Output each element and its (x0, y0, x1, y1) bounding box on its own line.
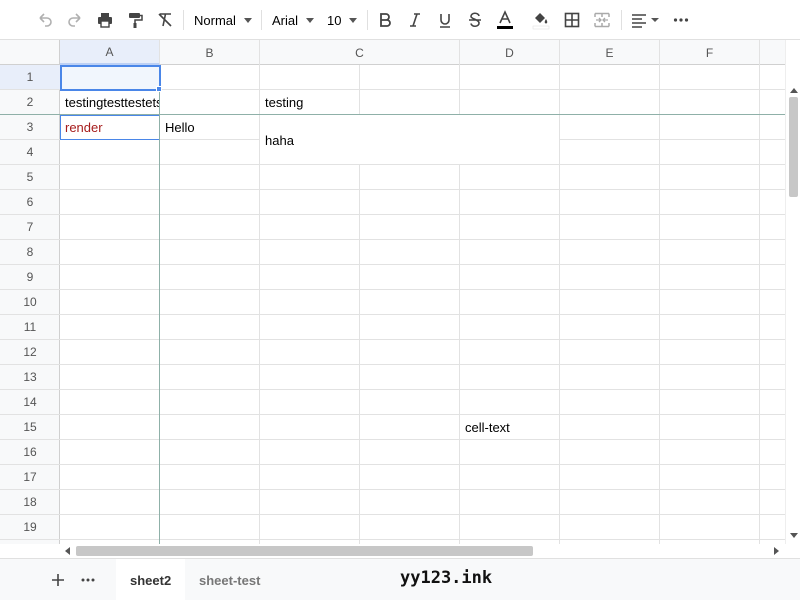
vertical-scrollbar[interactable] (785, 40, 800, 544)
font-dropdown[interactable]: Arial (272, 8, 315, 32)
font-size-dropdown[interactable]: 10 (327, 8, 358, 32)
plus-icon (52, 574, 64, 586)
underline-icon[interactable] (434, 8, 456, 32)
column-header-a[interactable]: A (60, 40, 160, 65)
row-header[interactable]: 16 (0, 440, 60, 465)
row-header[interactable]: 3 (0, 115, 60, 140)
vertical-scroll-thumb[interactable] (789, 97, 798, 197)
row-header[interactable]: 17 (0, 465, 60, 490)
italic-icon[interactable] (404, 8, 426, 32)
row-header[interactable]: 8 (0, 240, 60, 265)
toolbar-divider (183, 10, 184, 30)
scroll-right-icon[interactable] (774, 547, 779, 555)
style-dropdown[interactable]: Normal (194, 8, 252, 32)
row-header[interactable]: 4 (0, 140, 60, 165)
column-headers: A B C D E F (60, 40, 785, 65)
cell-b3[interactable]: Hello (160, 115, 260, 140)
column-header-c[interactable]: C (260, 40, 460, 65)
font-value: Arial (272, 12, 299, 28)
add-sheet-button[interactable] (48, 569, 68, 591)
font-color-icon[interactable] (494, 8, 516, 32)
row-header[interactable]: 13 (0, 365, 60, 390)
cell-c2[interactable]: testing (260, 90, 460, 115)
row-header[interactable]: 10 (0, 290, 60, 315)
cell-c3[interactable]: haha (260, 128, 560, 153)
row-header[interactable]: 11 (0, 315, 60, 340)
row-header[interactable]: 18 (0, 490, 60, 515)
cell-area[interactable]: testingtesttestetst testing render Hello… (0, 65, 785, 544)
select-all-corner[interactable] (0, 40, 60, 65)
freeze-line-horizontal[interactable] (0, 114, 785, 115)
chevron-down-icon (306, 17, 315, 23)
fill-color-icon[interactable] (530, 8, 552, 32)
horizontal-scroll-thumb[interactable] (76, 546, 533, 556)
spreadsheet-grid[interactable]: A B C D E F 1 2 3 4 5 6 7 8 9 10 11 12 1… (0, 40, 785, 544)
font-size-value: 10 (327, 12, 342, 28)
row-header[interactable]: 15 (0, 415, 60, 440)
toolbar-divider (261, 10, 262, 30)
scroll-left-icon[interactable] (65, 547, 70, 555)
sheet-bar: sheet2 sheet-test yy123.ink (0, 558, 800, 600)
row-header[interactable]: 7 (0, 215, 60, 240)
paint-format-icon[interactable] (124, 8, 146, 32)
row-header[interactable]: 19 (0, 515, 60, 540)
more-icon (81, 578, 95, 582)
cell-a3-border (60, 115, 160, 140)
horizontal-scrollbar[interactable] (60, 544, 785, 558)
freeze-line-vertical[interactable] (159, 65, 160, 544)
align-icon[interactable] (629, 8, 661, 32)
sheet-tab-sheet-test[interactable]: sheet-test (185, 559, 274, 600)
column-header-f[interactable]: F (660, 40, 760, 65)
strike-icon[interactable] (464, 8, 486, 32)
cell-a2[interactable]: testingtesttestetst (60, 90, 160, 115)
clear-format-icon[interactable] (154, 8, 176, 32)
row-header[interactable]: 1 (0, 65, 60, 90)
redo-icon[interactable] (64, 8, 86, 32)
sheet-menu-button[interactable] (78, 569, 98, 591)
fill-handle[interactable] (156, 86, 162, 92)
bold-icon[interactable] (374, 8, 396, 32)
cell-d15[interactable]: cell-text (460, 415, 560, 440)
column-header-e[interactable]: E (560, 40, 660, 65)
column-header-d[interactable]: D (460, 40, 560, 65)
chevron-down-icon (349, 17, 358, 23)
toolbar: Normal Arial 10 (0, 0, 800, 40)
style-value: Normal (194, 12, 236, 28)
sheet-tab-sheet2[interactable]: sheet2 (116, 559, 186, 600)
row-header[interactable]: 6 (0, 190, 60, 215)
row-header[interactable]: 12 (0, 340, 60, 365)
row-header[interactable]: 5 (0, 165, 60, 190)
undo-icon[interactable] (34, 8, 56, 32)
scroll-up-icon[interactable] (790, 88, 798, 93)
brand-label: yy123.ink (400, 568, 493, 588)
borders-icon[interactable] (561, 8, 583, 32)
merge-icon[interactable] (591, 8, 613, 32)
row-header[interactable]: 9 (0, 265, 60, 290)
selection-box[interactable] (60, 65, 161, 91)
column-header-b[interactable]: B (160, 40, 260, 65)
chevron-down-icon (243, 17, 252, 23)
row-header[interactable]: 20 (0, 540, 60, 544)
more-icon[interactable] (670, 8, 692, 32)
print-icon[interactable] (94, 8, 116, 32)
toolbar-divider (621, 10, 622, 30)
row-header[interactable]: 14 (0, 390, 60, 415)
scroll-down-icon[interactable] (790, 533, 798, 538)
row-header[interactable]: 2 (0, 90, 60, 115)
toolbar-divider (367, 10, 368, 30)
row-headers: 1 2 3 4 5 6 7 8 9 10 11 12 13 14 15 16 1… (0, 65, 60, 544)
